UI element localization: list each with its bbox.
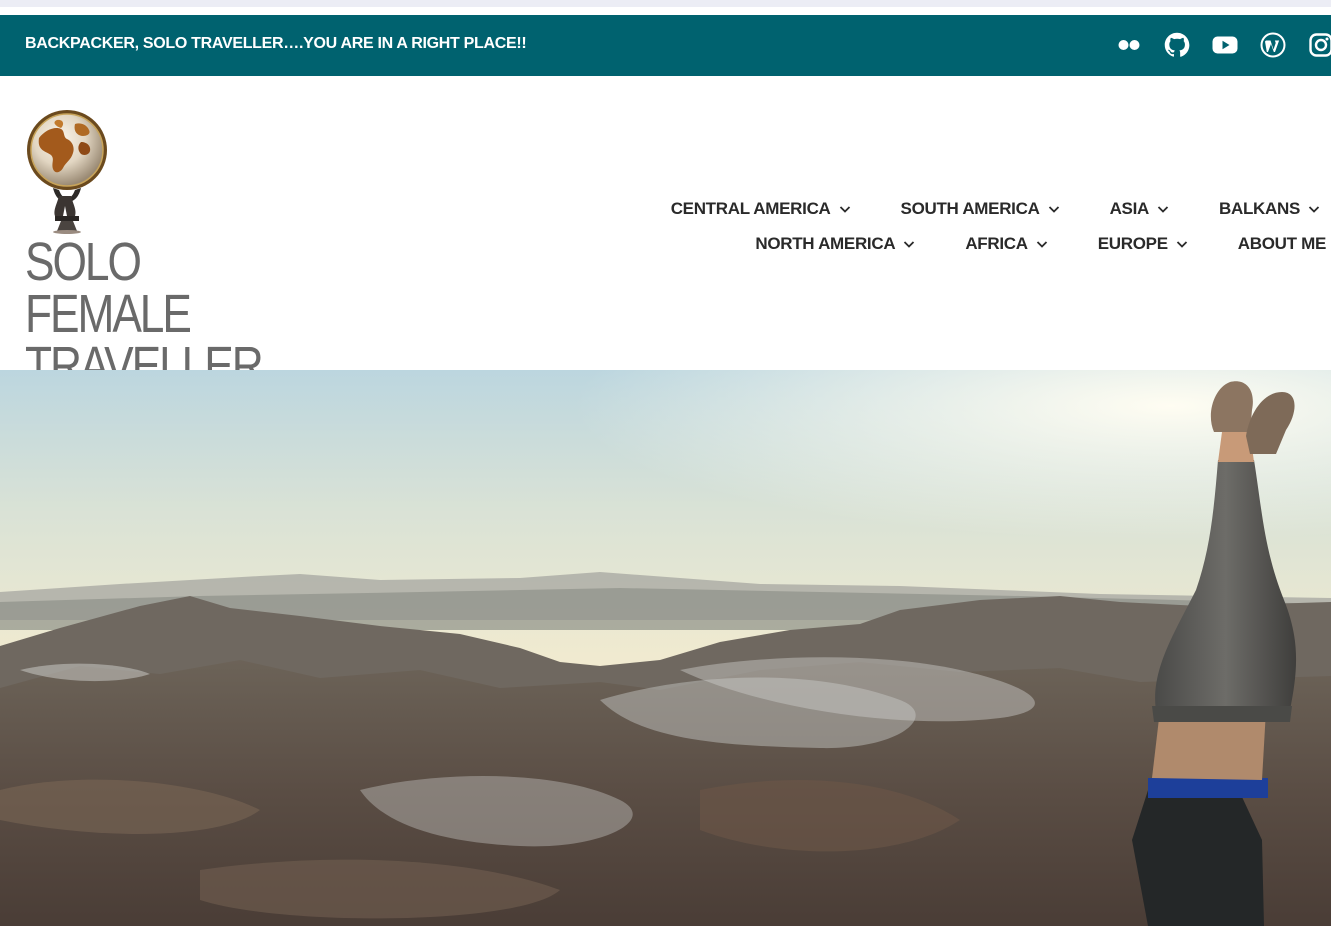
chevron-down-icon bbox=[838, 202, 852, 216]
nav-item-label: NORTH AMERICA bbox=[755, 233, 896, 253]
github-icon[interactable] bbox=[1163, 31, 1191, 59]
flickr-icon[interactable] bbox=[1115, 31, 1143, 59]
nav-item-label: EUROPE bbox=[1097, 233, 1168, 253]
chevron-down-icon bbox=[902, 237, 916, 251]
site-tagline: BACKPACKER, SOLO TRAVELLER….YOU ARE IN A… bbox=[25, 35, 527, 52]
youtube-icon[interactable] bbox=[1211, 31, 1239, 59]
nav-item-balkans[interactable]: BALKANS bbox=[1219, 199, 1321, 219]
nav-item-north-america[interactable]: NORTH AMERICA bbox=[755, 234, 916, 254]
nav-row-2: NORTH AMERICA AFRICA EUROPE ABOUT ME bbox=[631, 226, 1331, 261]
nav-item-label: SOUTH AMERICA bbox=[900, 198, 1040, 218]
globe-atlas-logo[interactable] bbox=[25, 108, 111, 234]
nav-row-1: CENTRAL AMERICA SOUTH AMERICA ASIA BALKA… bbox=[631, 191, 1331, 226]
nav-item-label: BALKANS bbox=[1218, 198, 1300, 218]
instagram-icon[interactable] bbox=[1307, 31, 1331, 59]
chevron-down-icon bbox=[1307, 202, 1321, 216]
nav-item-europe[interactable]: EUROPE bbox=[1098, 234, 1189, 254]
nav-item-label: AFRICA bbox=[965, 233, 1028, 253]
nav-item-label: ASIA bbox=[1109, 198, 1150, 218]
nav-item-label: ABOUT ME bbox=[1237, 233, 1327, 253]
site-title[interactable]: SOLO FEMALE TRAVELLER bbox=[25, 235, 271, 393]
main-navigation: CENTRAL AMERICA SOUTH AMERICA ASIA BALKA… bbox=[631, 191, 1331, 261]
browser-top-strip bbox=[0, 0, 1331, 7]
nav-item-south-america[interactable]: SOUTH AMERICA bbox=[901, 199, 1061, 219]
nav-item-about-me[interactable]: ABOUT ME bbox=[1237, 233, 1327, 254]
chevron-down-icon bbox=[1035, 237, 1049, 251]
hero-image bbox=[0, 370, 1331, 926]
social-links bbox=[1115, 31, 1331, 59]
wordpress-icon[interactable] bbox=[1259, 31, 1287, 59]
chevron-down-icon bbox=[1047, 202, 1061, 216]
nav-item-asia[interactable]: ASIA bbox=[1110, 199, 1170, 219]
chevron-down-icon bbox=[1175, 237, 1189, 251]
nav-item-africa[interactable]: AFRICA bbox=[965, 234, 1048, 254]
chevron-down-icon bbox=[1156, 202, 1170, 216]
site-header: SOLO FEMALE TRAVELLER CENTRAL AMERICA SO… bbox=[0, 76, 1331, 393]
top-bar: BACKPACKER, SOLO TRAVELLER….YOU ARE IN A… bbox=[0, 15, 1331, 76]
nav-item-central-america[interactable]: CENTRAL AMERICA bbox=[671, 199, 852, 219]
nav-item-label: CENTRAL AMERICA bbox=[670, 198, 831, 218]
